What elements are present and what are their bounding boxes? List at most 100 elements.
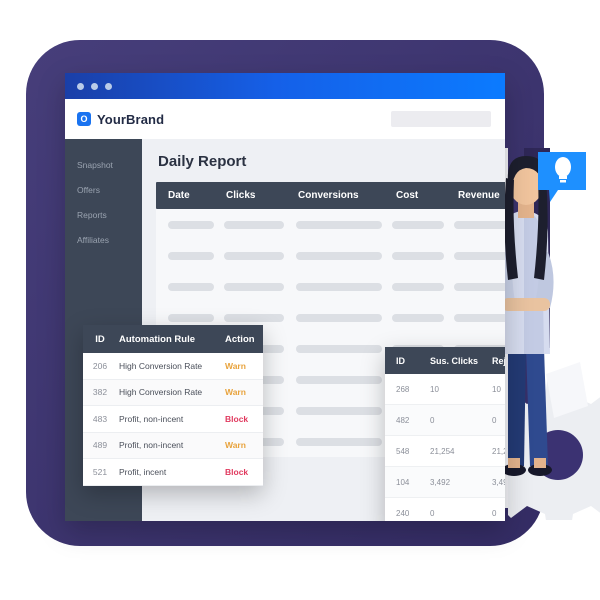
sidebar-item-affiliates[interactable]: Affiliates	[65, 228, 142, 253]
automation-cell-id: 206	[92, 360, 108, 371]
suspicious-cell-sus-clicks: 3,492	[430, 477, 451, 487]
suspicious-cell-id: 548	[396, 446, 410, 456]
column-header-revenue[interactable]: Revenue	[458, 190, 505, 201]
brand-logo-icon: O	[77, 112, 91, 126]
skeleton-pill	[296, 251, 382, 260]
skeleton-pill	[296, 220, 382, 229]
suspicious-cell-rejected: 10	[492, 384, 501, 394]
skeleton-pill	[296, 313, 382, 322]
automation-cell-action: Block	[225, 466, 249, 477]
skeleton-pill	[296, 282, 382, 291]
skeleton-pill	[224, 220, 284, 229]
automation-cell-id: 489	[92, 440, 108, 451]
automation-cell-action: Warn	[225, 387, 246, 398]
suspicious-table-row[interactable]: 240 0 0	[385, 498, 505, 521]
skeleton-pill	[454, 220, 505, 229]
automation-rules-table: ID Automation Rule Action 206 High Conver…	[83, 325, 263, 486]
lightbulb-bubble[interactable]	[536, 150, 590, 206]
automation-table-row[interactable]: 521 Profit, incent Block	[83, 459, 263, 486]
automation-cell-rule: Profit, incent	[119, 466, 167, 477]
suspicious-clicks-table: ID Sus. Clicks Rejected 2681010482005482…	[385, 347, 505, 521]
suspicious-table-body: 268 10 10 482 0 0 548 21,254 21,254 104 3,492 3,492…	[385, 374, 505, 521]
automation-table-row[interactable]: 483 Profit, non-incent Block	[83, 406, 263, 433]
automation-table-row[interactable]: 206 High Conversion Rate Warn	[83, 353, 263, 380]
suspicious-cell-rejected: 0	[492, 508, 497, 518]
logo-glyph: O	[80, 113, 88, 124]
automation-cell-id: 483	[92, 413, 108, 424]
skeleton-pill	[392, 220, 444, 229]
automation-cell-id: 521	[92, 466, 108, 477]
column-header-conversions[interactable]: Conversions	[298, 190, 396, 201]
suspicious-cell-sus-clicks: 0	[430, 415, 435, 425]
window-dot-close[interactable]	[77, 82, 84, 90]
suspicious-table-row[interactable]: 268 10 10	[385, 374, 505, 405]
automation-cell-rule: Profit, non-incent	[119, 440, 184, 451]
table-header-row: Date Clicks Conversions Cost Revenue	[156, 182, 505, 209]
automation-header-row: ID Automation Rule Action	[83, 325, 263, 353]
suspicious-table-row[interactable]: 482 0 0	[385, 405, 505, 436]
suspicious-cell-id: 268	[396, 384, 410, 394]
suspicious-cell-rejected: 0	[492, 415, 497, 425]
skeleton-pill	[224, 313, 284, 322]
table-row	[156, 240, 505, 271]
column-header-clicks[interactable]: Clicks	[226, 190, 298, 201]
sidebar-item-offers[interactable]: Offers	[65, 178, 142, 203]
skeleton-pill	[392, 313, 444, 322]
skeleton-pill	[168, 313, 214, 322]
skeleton-pill	[454, 251, 505, 260]
app-header: O YourBrand	[65, 99, 505, 139]
skeleton-pill	[296, 406, 382, 415]
automation-cell-rule: High Conversion Rate	[119, 360, 203, 371]
automation-cell-action: Warn	[225, 440, 246, 451]
window-dot-maximize[interactable]	[105, 82, 112, 90]
skeleton-pill	[392, 282, 444, 291]
skeleton-pill	[454, 313, 505, 322]
brand-name: YourBrand	[97, 111, 165, 127]
suspicious-cell-id: 240	[396, 508, 410, 518]
suspicious-column-sus-clicks[interactable]: Sus. Clicks	[430, 356, 492, 366]
skeleton-pill	[454, 282, 505, 291]
skeleton-pill	[168, 282, 214, 291]
automation-table-row[interactable]: 382 High Conversion Rate Warn	[83, 379, 263, 406]
suspicious-cell-rejected: 21,254	[492, 446, 505, 456]
automation-cell-action: Warn	[225, 360, 246, 371]
suspicious-column-id[interactable]: ID	[385, 356, 430, 366]
screenshot-stage: O YourBrand Snapshot Offers Reports Affi…	[0, 0, 600, 600]
sidebar-item-reports[interactable]: Reports	[65, 203, 142, 228]
automation-column-rule[interactable]: Automation Rule	[117, 334, 223, 345]
skeleton-pill	[296, 437, 382, 446]
browser-window: O YourBrand Snapshot Offers Reports Affi…	[65, 73, 505, 521]
column-header-date[interactable]: Date	[156, 190, 226, 201]
search-input[interactable]	[391, 111, 491, 127]
skeleton-pill	[296, 375, 382, 384]
suspicious-column-rejected[interactable]: Rejected	[492, 356, 505, 366]
skeleton-pill	[224, 282, 284, 291]
column-header-cost[interactable]: Cost	[396, 190, 458, 201]
window-titlebar	[65, 73, 505, 99]
suspicious-cell-rejected: 3,492	[492, 477, 505, 487]
automation-cell-id: 382	[92, 387, 108, 398]
automation-cell-rule: Profit, non-incent	[119, 413, 184, 424]
skeleton-pill	[296, 344, 382, 353]
sidebar-item-snapshot[interactable]: Snapshot	[65, 153, 142, 178]
table-row	[156, 271, 505, 302]
suspicious-cell-id: 482	[396, 415, 410, 425]
skeleton-pill	[224, 251, 284, 260]
window-dot-minimize[interactable]	[91, 82, 98, 90]
suspicious-cell-sus-clicks: 0	[430, 508, 435, 518]
suspicious-table-row[interactable]: 104 3,492 3,492	[385, 467, 505, 498]
page-title: Daily Report	[158, 153, 247, 170]
automation-table-body: 206 High Conversion Rate Warn 382 High Conve…	[83, 353, 263, 486]
skeleton-pill	[168, 251, 214, 260]
automation-table-row[interactable]: 489 Profit, non-incent Warn	[83, 432, 263, 459]
automation-cell-rule: High Conversion Rate	[119, 387, 203, 398]
suspicious-cell-id: 104	[396, 477, 410, 487]
skeleton-pill	[168, 220, 214, 229]
automation-column-action[interactable]: Action	[223, 334, 263, 345]
suspicious-cell-sus-clicks: 21,254	[430, 446, 455, 456]
suspicious-cell-sus-clicks: 10	[430, 384, 439, 394]
automation-column-id[interactable]: ID	[83, 334, 117, 345]
skeleton-pill	[392, 251, 444, 260]
suspicious-header-row: ID Sus. Clicks Rejected	[385, 347, 505, 374]
suspicious-table-row[interactable]: 548 21,254 21,254	[385, 436, 505, 467]
